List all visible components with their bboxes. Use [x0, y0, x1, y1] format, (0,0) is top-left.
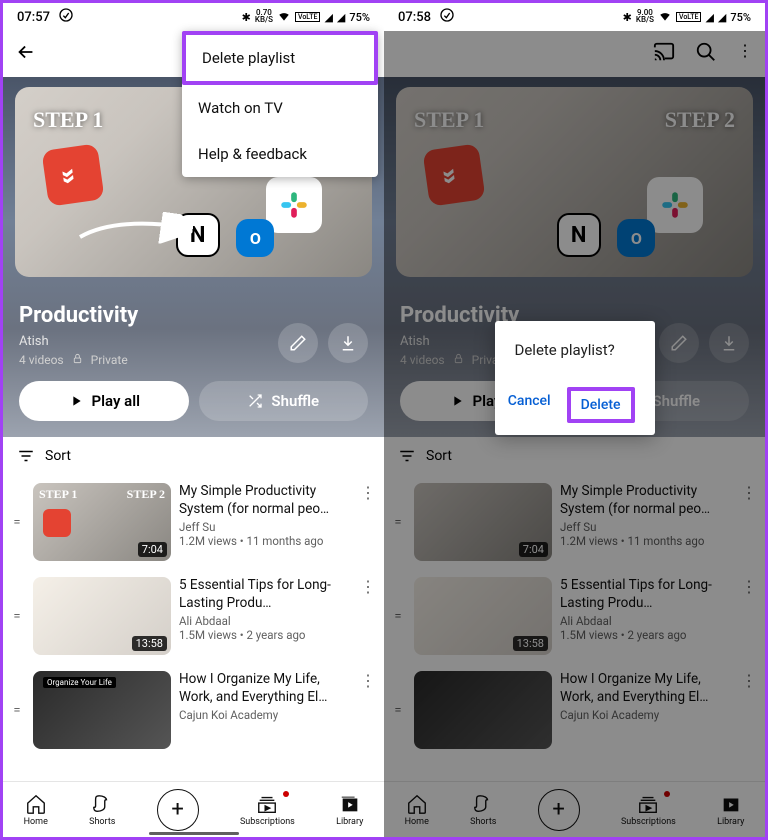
phone-right: 07:58 ✱ 9.00KB/S VoLTE ◢ ◢ 75% ⋮ STEP 1 …: [384, 3, 765, 837]
battery-text: 75%: [349, 11, 370, 24]
video-list: = STEP 1 STEP 2 7:04 My Simple Productiv…: [3, 475, 384, 781]
status-bar: 07:58 ✱ 9.00KB/S VoLTE ◢ ◢ 75%: [384, 3, 765, 31]
video-meta: 1.5M views • 2 years ago: [179, 628, 350, 642]
signal-icon: ◢: [324, 11, 332, 24]
signal-icon: ◢: [718, 11, 726, 24]
menu-delete-playlist[interactable]: Delete playlist: [182, 31, 378, 85]
video-item[interactable]: = STEP 1 STEP 2 7:04 My Simple Productiv…: [3, 475, 384, 569]
playlist-privacy: Private: [91, 353, 128, 367]
nav-subscriptions[interactable]: Subscriptions: [240, 793, 295, 827]
notification-dot-icon: [283, 791, 289, 797]
sort-button[interactable]: Sort: [3, 437, 384, 475]
drag-handle-icon[interactable]: =: [9, 515, 25, 530]
video-menu-icon[interactable]: ⋮: [358, 671, 378, 690]
bluetooth-icon: ✱: [242, 11, 251, 24]
status-time: 07:58: [398, 10, 431, 25]
phone-left: 07:57 ✱ 0.70KB/S VoLTE ◢ ◢ 75% Delete pl…: [3, 3, 384, 837]
dnd-icon: [58, 7, 74, 27]
video-meta: 1.2M views • 11 months ago: [179, 534, 350, 548]
status-bar: 07:57 ✱ 0.70KB/S VoLTE ◢ ◢ 75%: [3, 3, 384, 31]
todoist-icon: [41, 143, 104, 206]
menu-watch-on-tv[interactable]: Watch on TV: [182, 85, 378, 131]
delete-confirm-dialog: Delete playlist? Cancel Delete: [495, 321, 655, 435]
video-title: My Simple Productivity System (for norma…: [179, 483, 350, 518]
video-title: 5 Essential Tips for Long-Lasting Produ…: [179, 577, 350, 612]
nav-home[interactable]: Home: [24, 793, 48, 827]
video-thumbnail[interactable]: STEP 1 STEP 2 7:04: [33, 483, 171, 561]
playlist-video-count: 4 videos: [19, 353, 64, 367]
dialog-delete-button[interactable]: Delete: [567, 387, 635, 423]
video-menu-icon[interactable]: ⋮: [358, 483, 378, 502]
wifi-icon: [658, 9, 672, 26]
edit-button[interactable]: [278, 323, 318, 363]
thumb-step1: STEP 1: [33, 107, 103, 133]
video-channel: Jeff Su: [179, 520, 350, 534]
dialog-title: Delete playlist?: [515, 341, 635, 359]
shuffle-button[interactable]: Shuffle: [199, 381, 369, 421]
bluetooth-icon: ✱: [623, 11, 632, 24]
outlook-icon: O: [236, 219, 274, 257]
slack-icon: [266, 177, 322, 233]
video-title: How I Organize My Life, Work, and Everyt…: [179, 671, 350, 706]
bottom-nav: Home Shorts + Subscriptions Library: [3, 781, 384, 837]
video-menu-icon[interactable]: ⋮: [358, 577, 378, 596]
drag-handle-icon[interactable]: =: [9, 703, 25, 718]
download-button[interactable]: [328, 323, 368, 363]
lock-icon: [72, 353, 83, 367]
back-icon[interactable]: [15, 41, 37, 67]
video-channel: Cajun Koi Academy: [179, 708, 350, 722]
menu-help-feedback[interactable]: Help & feedback: [182, 131, 378, 177]
status-time: 07:57: [17, 10, 50, 25]
video-channel: Ali Abdaal: [179, 614, 350, 628]
video-thumbnail[interactable]: 13:58: [33, 577, 171, 655]
dnd-icon: [439, 7, 455, 27]
dialog-cancel-button[interactable]: Cancel: [498, 387, 561, 423]
battery-text: 75%: [730, 11, 751, 24]
volte-icon: VoLTE: [295, 12, 320, 22]
video-duration: 7:04: [138, 542, 167, 557]
overflow-menu: Delete playlist Watch on TV Help & feedb…: [182, 31, 378, 177]
volte-icon: VoLTE: [676, 12, 701, 22]
signal-icon: ◢: [705, 11, 713, 24]
wifi-icon: [277, 9, 291, 26]
nav-indicator: [149, 832, 239, 835]
nav-library[interactable]: Library: [336, 793, 363, 827]
video-thumbnail[interactable]: Organize Your Life: [33, 671, 171, 749]
signal-icon: ◢: [337, 11, 345, 24]
video-item[interactable]: = 13:58 5 Essential Tips for Long-Lastin…: [3, 569, 384, 663]
video-item[interactable]: = Organize Your Life How I Organize My L…: [3, 663, 384, 757]
nav-create[interactable]: +: [157, 789, 199, 831]
drag-handle-icon[interactable]: =: [9, 609, 25, 624]
video-duration: 13:58: [132, 636, 167, 651]
nav-shorts[interactable]: Shorts: [89, 793, 115, 827]
play-all-button[interactable]: Play all: [19, 381, 189, 421]
